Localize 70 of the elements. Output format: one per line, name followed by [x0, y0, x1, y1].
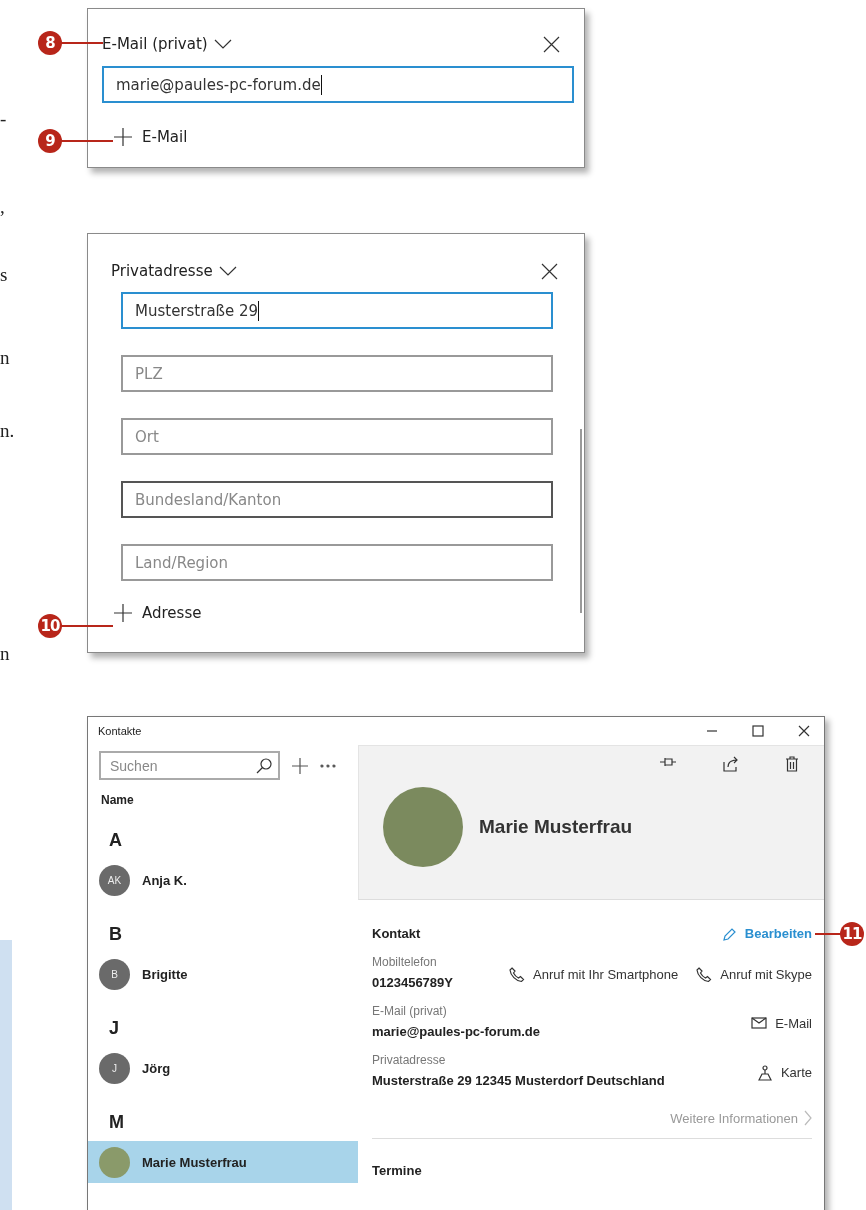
- field-value: Musterstraße 29 12345 Musterdorf Deutschland: [372, 1073, 665, 1088]
- contact-item[interactable]: AK Anja K.: [88, 859, 358, 901]
- contact-name: Marie Musterfrau: [479, 816, 633, 838]
- field-label: E-Mail (privat): [372, 1004, 448, 1018]
- group-letter[interactable]: J: [88, 995, 119, 1039]
- callout-badge: 8: [38, 31, 62, 55]
- maximize-icon[interactable]: [752, 725, 764, 737]
- contact-item[interactable]: B Brigitte: [88, 953, 358, 995]
- text-fragment: s: [0, 264, 8, 286]
- avatar-initials: J: [99, 1052, 130, 1084]
- text-fragment: -: [0, 108, 7, 130]
- person-pin-icon: [756, 1064, 773, 1081]
- input-field[interactable]: Land/Region: [121, 544, 553, 581]
- window-title: Kontakte: [98, 725, 142, 737]
- input-field[interactable]: Musterstraße 29: [121, 292, 553, 329]
- search-field[interactable]: Suchen: [99, 751, 280, 780]
- plus-icon: [114, 604, 132, 622]
- scrollbar[interactable]: [580, 429, 582, 613]
- action-link[interactable]: E-Mail: [751, 1015, 812, 1032]
- input-field[interactable]: Bundesland/Kanton: [121, 481, 553, 518]
- action-link[interactable]: Anruf mit Ihr Smartphone: [509, 966, 679, 983]
- phone-icon: [696, 966, 713, 983]
- avatar-initials: B: [99, 958, 130, 990]
- input-field[interactable]: PLZ: [121, 355, 553, 392]
- section-heading: Kontakt: [372, 926, 421, 941]
- pin-icon[interactable]: [659, 756, 677, 768]
- field-label: Mobiltelefon: [372, 955, 438, 969]
- edit-link[interactable]: Bearbeiten: [722, 926, 812, 941]
- contact-item[interactable]: J Jörg: [88, 1047, 358, 1089]
- trash-icon[interactable]: [785, 756, 799, 772]
- plus-icon[interactable]: [292, 757, 308, 774]
- plus-icon: [114, 128, 132, 146]
- callout-badge: 11: [840, 922, 864, 946]
- phone-icon: [509, 966, 525, 983]
- close-icon[interactable]: [541, 262, 558, 280]
- share-icon[interactable]: [723, 756, 739, 772]
- pencil-icon: [722, 926, 737, 941]
- input-field[interactable]: Ort: [121, 418, 553, 455]
- chevron-down-icon: [218, 266, 237, 276]
- group-letter[interactable]: B: [88, 901, 122, 945]
- avatar-initials: AK: [99, 864, 130, 896]
- field-value: 0123456789Y: [372, 975, 453, 990]
- field-value: marie@paules-pc-forum.de: [372, 1024, 540, 1039]
- text-fragment: n.: [0, 420, 15, 442]
- input-field[interactable]: marie@paules-pc-forum.de: [102, 66, 574, 103]
- section-heading: Termine: [372, 1163, 422, 1178]
- search-icon: [256, 757, 272, 774]
- group-letter[interactable]: A: [88, 807, 122, 851]
- text-fragment: n: [0, 347, 10, 369]
- photo-placeholder: [99, 1146, 130, 1178]
- chevron-down-icon: [213, 39, 232, 49]
- more-icon[interactable]: [320, 763, 336, 768]
- add-email-button[interactable]: E-Mail: [114, 128, 188, 146]
- action-link[interactable]: Karte: [756, 1064, 812, 1081]
- sort-label[interactable]: Name: [88, 780, 134, 807]
- field-type-dropdown[interactable]: Privatadresse: [111, 262, 237, 280]
- action-link[interactable]: Anruf mit Skype: [696, 966, 812, 983]
- envelope-icon: [751, 1015, 768, 1032]
- group-letter[interactable]: M: [88, 1089, 124, 1133]
- field-label: Privatadresse: [372, 1053, 447, 1067]
- contact-item[interactable]: Marie Musterfrau: [88, 1141, 358, 1183]
- close-icon[interactable]: [798, 725, 810, 737]
- text-fragment: n: [0, 643, 10, 665]
- text-fragment: ,: [0, 196, 5, 218]
- add-address-button[interactable]: Adresse: [114, 604, 202, 622]
- chevron-right-icon: [804, 1110, 812, 1126]
- callout-badge: 10: [38, 614, 62, 638]
- close-icon[interactable]: [543, 35, 560, 53]
- field-type-dropdown[interactable]: E-Mail (privat): [102, 35, 232, 53]
- callout-badge: 9: [38, 129, 62, 153]
